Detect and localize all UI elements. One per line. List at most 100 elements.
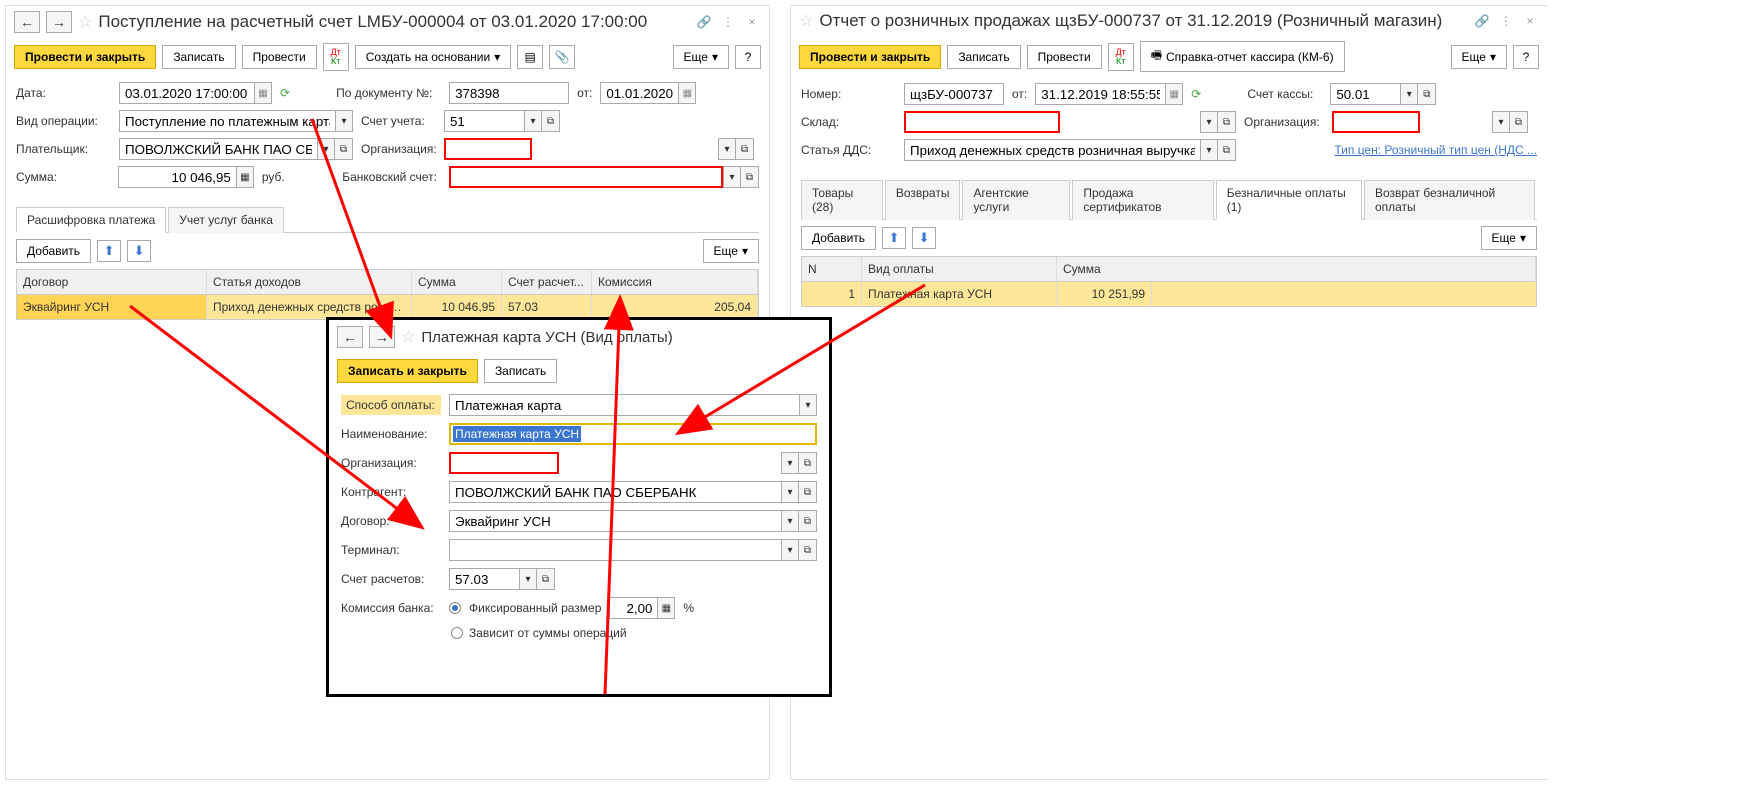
dropdown-icon[interactable]: ▾ [718, 138, 736, 160]
favorite-icon[interactable]: ☆ [799, 11, 813, 31]
open-icon[interactable]: ⧉ [1510, 111, 1528, 133]
calc-icon[interactable]: ▦ [657, 597, 675, 619]
open-icon[interactable]: ⧉ [1418, 83, 1436, 105]
warehouse-input[interactable] [904, 111, 1060, 133]
create-based-button[interactable]: Создать на основании ▾ [355, 45, 512, 69]
th-contract[interactable]: Договор [17, 270, 207, 294]
save-close-button[interactable]: Записать и закрыть [337, 359, 478, 383]
tab-payment-details[interactable]: Расшифровка платежа [16, 207, 166, 233]
add-button[interactable]: Добавить [16, 239, 91, 263]
payer-input[interactable] [119, 138, 317, 160]
more-button[interactable]: Еще ▾ [1451, 45, 1507, 69]
help-button[interactable]: ? [735, 45, 761, 69]
th-sum[interactable]: Сумма [412, 270, 502, 294]
km6-button[interactable]: 🖷 Справка-отчет кассира (КМ-6) [1140, 41, 1345, 72]
settle-acc-input[interactable] [449, 568, 519, 590]
th-commission[interactable]: Комиссия [592, 270, 758, 294]
save-close-button[interactable]: Провести и закрыть [799, 45, 941, 69]
dropdown-icon[interactable]: ▾ [1200, 139, 1218, 161]
favorite-icon[interactable]: ☆ [78, 12, 92, 32]
name-input[interactable]: Платежная карта УСН [449, 423, 817, 445]
cash-acc-input[interactable] [1330, 83, 1400, 105]
bank-acc-input[interactable] [449, 166, 723, 188]
dtkt-button[interactable]: ДтКт [323, 43, 349, 71]
post-button[interactable]: Провести [242, 45, 317, 69]
account-input[interactable] [444, 110, 524, 132]
dropdown-icon[interactable]: ▾ [317, 138, 335, 160]
th-settle-acc[interactable]: Счет расчет... [502, 270, 592, 294]
link-icon[interactable]: 🔗 [1473, 12, 1491, 30]
help-button[interactable]: ? [1513, 45, 1539, 69]
menu-icon[interactable]: ⋮ [1497, 12, 1515, 30]
attach-icon[interactable]: 📎 [549, 45, 575, 69]
write-button[interactable]: Записать [947, 45, 1020, 69]
sum-input[interactable] [118, 166, 236, 188]
doc-from-input[interactable] [600, 82, 678, 104]
dropdown-icon[interactable]: ▾ [1400, 83, 1418, 105]
th-sum[interactable]: Сумма [1057, 257, 1536, 281]
dropdown-icon[interactable]: ▾ [781, 481, 799, 503]
table-more-button[interactable]: Еще ▾ [1481, 226, 1537, 250]
open-icon[interactable]: ⧉ [799, 510, 817, 532]
close-icon[interactable]: × [743, 13, 761, 31]
dropdown-icon[interactable]: ▾ [524, 110, 542, 132]
move-down-icon[interactable]: ⬇ [912, 227, 936, 249]
open-icon[interactable]: ⧉ [736, 138, 754, 160]
dds-input[interactable] [904, 139, 1200, 161]
write-button[interactable]: Записать [162, 45, 235, 69]
forward-button[interactable]: → [46, 11, 72, 33]
commission-val-input[interactable] [609, 597, 657, 619]
th-n[interactable]: N [802, 257, 862, 281]
table-more-button[interactable]: Еще ▾ [703, 239, 759, 263]
menu-icon[interactable]: ⋮ [719, 13, 737, 31]
back-button[interactable]: ← [14, 11, 40, 33]
favorite-icon[interactable]: ☆ [401, 327, 415, 347]
tab-bank-services[interactable]: Учет услуг банка [168, 207, 284, 233]
org-input[interactable] [449, 452, 559, 474]
dropdown-icon[interactable]: ▾ [781, 452, 799, 474]
method-input[interactable] [449, 394, 799, 416]
move-up-icon[interactable]: ⬆ [882, 227, 906, 249]
open-icon[interactable]: ⧉ [537, 568, 555, 590]
org-input[interactable] [1332, 111, 1420, 133]
tab-cashless-payments[interactable]: Безналичные оплаты (1) [1216, 180, 1362, 220]
price-type-link[interactable]: Тип цен: Розничный тип цен (НДС ... [1334, 143, 1537, 157]
refresh-icon[interactable]: ⟳ [280, 86, 290, 100]
table-row[interactable]: Эквайринг УСН Приход денежных средств ро… [17, 295, 758, 319]
terminal-input[interactable] [449, 539, 781, 561]
doc-num-input[interactable] [449, 82, 569, 104]
close-icon[interactable]: × [1521, 12, 1539, 30]
calendar-icon[interactable]: ▦ [254, 82, 272, 104]
link-icon[interactable]: 🔗 [695, 13, 713, 31]
open-icon[interactable]: ⧉ [542, 110, 560, 132]
refresh-icon[interactable]: ⟳ [1191, 87, 1201, 101]
dropdown-icon[interactable]: ▾ [799, 394, 817, 416]
calendar-icon[interactable]: ▦ [678, 82, 696, 104]
tab-cashless-returns[interactable]: Возврат безналичной оплаты [1364, 180, 1535, 220]
date-input[interactable] [119, 82, 254, 104]
dropdown-icon[interactable]: ▾ [1492, 111, 1510, 133]
open-icon[interactable]: ⧉ [799, 452, 817, 474]
registry-icon[interactable]: ▤ [517, 45, 543, 69]
open-icon[interactable]: ⧉ [1218, 111, 1236, 133]
radio-fixed[interactable] [449, 602, 461, 614]
tab-returns[interactable]: Возвраты [885, 180, 961, 220]
post-button[interactable]: Провести [1027, 45, 1102, 69]
dropdown-icon[interactable]: ▾ [335, 110, 353, 132]
table-row[interactable]: 1 Платежная карта УСН 10 251,99 [802, 282, 1536, 306]
dropdown-icon[interactable]: ▾ [781, 539, 799, 561]
more-button[interactable]: Еще ▾ [673, 45, 729, 69]
tab-agency[interactable]: Агентские услуги [962, 180, 1070, 220]
from-input[interactable] [1035, 83, 1165, 105]
open-icon[interactable]: ⧉ [335, 138, 353, 160]
org-input[interactable] [444, 138, 532, 160]
back-button[interactable]: ← [337, 326, 363, 348]
save-close-button[interactable]: Провести и закрыть [14, 45, 156, 69]
move-up-icon[interactable]: ⬆ [97, 240, 121, 262]
write-button[interactable]: Записать [484, 359, 557, 383]
th-income-item[interactable]: Статья доходов [207, 270, 412, 294]
dropdown-icon[interactable]: ▾ [1200, 111, 1218, 133]
open-icon[interactable]: ⧉ [799, 481, 817, 503]
dropdown-icon[interactable]: ▾ [723, 166, 741, 188]
calc-icon[interactable]: ▦ [236, 166, 254, 188]
